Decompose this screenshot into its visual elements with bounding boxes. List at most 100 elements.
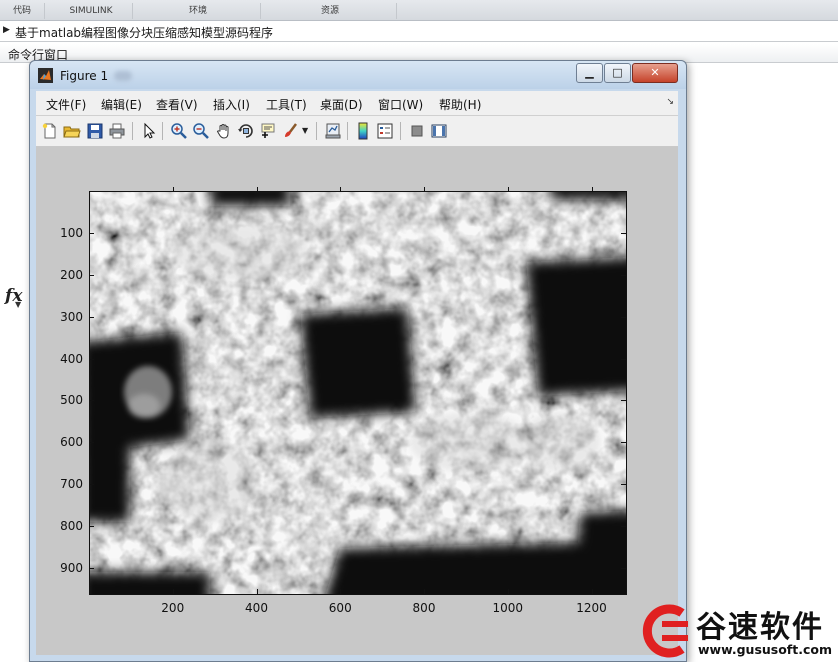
toolbar-separator [347, 122, 348, 140]
y-tick-mark [89, 274, 94, 276]
x-tick-label: 1200 [576, 601, 607, 615]
y-tick-mark [621, 232, 626, 234]
menu-help[interactable]: 帮助(H) [439, 96, 481, 113]
rotate-3d-icon[interactable] [237, 122, 255, 140]
y-tick-mark [621, 316, 626, 318]
y-tick-mark [89, 358, 94, 360]
menu-window[interactable]: 窗口(W) [378, 96, 423, 113]
command-window-gutter [0, 63, 31, 660]
figure-window[interactable]: Figure 1 ▁ □ ✕ 文件(F) 编辑(E) 查看(V) 插入(I) 工… [29, 60, 687, 662]
command-window-right [686, 63, 838, 660]
x-tick-label: 200 [161, 601, 185, 615]
menu-overflow-icon[interactable]: ↘ [666, 97, 674, 107]
x-tick-mark [507, 589, 509, 594]
y-tick-mark [621, 358, 626, 360]
y-tick-mark [621, 526, 626, 527]
watermark: 谷速软件 www.gususoft.com [638, 600, 838, 660]
y-tick-label: 700 [60, 477, 83, 492]
x-tick-mark [591, 589, 593, 594]
expand-arrow-icon[interactable]: ▶ [3, 25, 10, 35]
menu-edit[interactable]: 编辑(E) [101, 96, 142, 113]
zoom-out-icon[interactable] [192, 122, 210, 140]
figure-canvas[interactable]: 100 200 300 400 500 600 700 800 900 200 400 600 800… [36, 147, 678, 655]
figure-toolbar: ▼ [36, 116, 678, 147]
print-icon[interactable] [108, 122, 126, 140]
y-tick-mark [621, 567, 626, 569]
ribbon-tab-code[interactable]: 代码 [0, 3, 45, 19]
y-tick-mark [621, 274, 626, 276]
y-tick-mark [89, 442, 94, 444]
fx-caret-icon[interactable]: ▼ [15, 300, 21, 309]
x-tick-mark [507, 187, 509, 192]
toolbar-separator [316, 122, 317, 140]
colorbar-icon[interactable] [354, 122, 372, 140]
toolbar-separator [162, 122, 163, 140]
y-tick-mark [89, 526, 94, 527]
toolbar-separator [132, 122, 133, 140]
figure-title: Figure 1 [60, 69, 109, 83]
x-tick-mark [424, 187, 425, 192]
hide-plot-tools-icon[interactable] [408, 122, 426, 140]
y-tick-mark [89, 567, 94, 569]
x-tick-mark [340, 589, 342, 594]
show-plot-tools-icon[interactable] [430, 122, 448, 140]
close-button[interactable]: ✕ [632, 63, 678, 83]
zoom-in-icon[interactable] [170, 122, 188, 140]
matlab-logo-icon [38, 68, 53, 83]
y-tick-mark [89, 484, 94, 486]
gusu-logo-icon [642, 604, 688, 658]
x-tick-mark [172, 187, 174, 192]
x-tick-mark [256, 187, 258, 192]
y-tick-mark [621, 442, 626, 444]
x-tick-mark [172, 589, 174, 594]
y-tick-mark [621, 484, 626, 486]
menu-desktop[interactable]: 桌面(D) [320, 96, 363, 113]
new-figure-icon[interactable] [41, 122, 59, 140]
x-tick-mark [340, 187, 342, 192]
open-file-icon[interactable] [63, 122, 81, 140]
x-tick-label: 600 [328, 601, 352, 615]
figure-titlebar[interactable]: Figure 1 ▁ □ ✕ [30, 61, 686, 89]
y-tick-mark [89, 232, 94, 234]
y-tick-label: 900 [60, 560, 83, 575]
brush-dropdown-icon[interactable]: ▼ [302, 122, 310, 140]
x-tick-label: 400 [245, 601, 268, 615]
y-tick-label: 500 [60, 393, 83, 408]
maximize-button[interactable]: □ [604, 63, 631, 83]
link-plot-icon[interactable] [324, 122, 342, 140]
ribbon-tab-environment[interactable]: 环境 [136, 3, 261, 19]
y-tick-mark [621, 400, 626, 402]
menu-file[interactable]: 文件(F) [46, 96, 86, 113]
brush-icon[interactable] [282, 122, 300, 140]
ribbon-tab-strip: 代码 SIMULINK 环境 资源 [0, 0, 838, 21]
y-tick-label: 800 [60, 519, 83, 533]
data-cursor-icon[interactable] [259, 122, 277, 140]
ribbon-tab-simulink[interactable]: SIMULINK [50, 3, 133, 19]
y-tick-label: 400 [60, 351, 83, 366]
y-tick-label: 100 [60, 225, 83, 240]
title-blur [114, 71, 132, 81]
y-tick-mark [89, 316, 94, 318]
x-tick-label: 800 [412, 601, 436, 615]
current-folder-path: 基于matlab编程图像分块压缩感知模型源码程序 [15, 26, 274, 40]
y-tick-label: 600 [60, 435, 83, 450]
x-tick-mark [424, 589, 425, 594]
y-tick-label: 300 [60, 309, 83, 324]
legend-icon[interactable] [376, 122, 394, 140]
edit-plot-arrow-icon[interactable] [140, 122, 158, 140]
ribbon-tab-resources[interactable]: 资源 [264, 3, 397, 19]
menu-view[interactable]: 查看(V) [156, 96, 198, 113]
watermark-url: www.gususoft.com [698, 642, 832, 657]
current-folder-bar[interactable]: ▶ 基于matlab编程图像分块压缩感知模型源码程序 [0, 21, 838, 42]
minimize-button[interactable]: ▁ [576, 63, 603, 83]
pan-hand-icon[interactable] [215, 122, 233, 140]
watermark-text: 谷速软件 [696, 610, 824, 645]
x-tick-label: 1000 [492, 601, 524, 615]
figure-menubar: 文件(F) 编辑(E) 查看(V) 插入(I) 工具(T) 桌面(D) 窗口(W… [36, 91, 678, 116]
image-axes[interactable] [89, 191, 627, 595]
toolbar-separator [400, 122, 401, 140]
y-tick-label: 200 [60, 267, 83, 282]
menu-insert[interactable]: 插入(I) [213, 96, 250, 113]
save-icon[interactable] [86, 122, 104, 140]
menu-tools[interactable]: 工具(T) [266, 96, 307, 113]
